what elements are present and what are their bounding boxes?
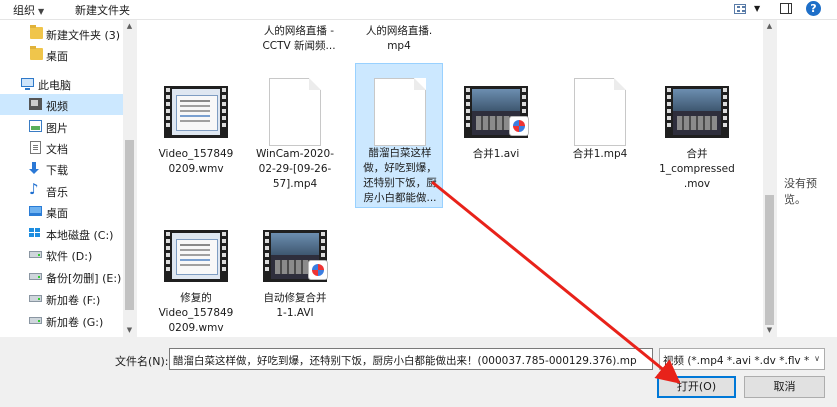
blank-file-icon <box>269 78 321 146</box>
file-item-partial[interactable]: 人的网络直播. mp4 <box>355 20 443 57</box>
filetype-value: 视频 (*.mp4 *.avi *.dv *.flv *.n <box>663 355 820 367</box>
videos-icon <box>29 98 42 110</box>
nav-item-music[interactable]: 音乐 <box>0 180 123 201</box>
file-name: 修复的 Video_157849 0209.wmv <box>158 292 234 334</box>
nav-item-downloads[interactable]: 下载 <box>0 158 123 179</box>
scroll-thumb[interactable] <box>765 195 774 325</box>
nav-item-pictures[interactable]: 图片 <box>0 116 123 137</box>
computer-icon <box>21 78 34 90</box>
scroll-thumb[interactable] <box>125 140 134 310</box>
nav-item-drive-d[interactable]: 软件 (D:) <box>0 244 123 265</box>
nav-item-drive-c[interactable]: 本地磁盘 (C:) <box>0 223 123 244</box>
open-button[interactable]: 打开(O) <box>657 376 736 398</box>
help-icon[interactable]: ? <box>806 1 822 17</box>
file-item-partial[interactable]: 人的网络直播 - CCTV 新闻频... <box>255 20 343 57</box>
drive-icon <box>29 251 42 258</box>
file-item-hebing1-compressed-mov[interactable]: 合并 1_compressed .mov <box>653 66 741 211</box>
file-name: 合并1.mp4 <box>572 148 628 160</box>
new-folder-button[interactable]: 新建文件夹 <box>75 2 130 18</box>
chevron-down-icon: ∨ <box>810 349 824 369</box>
file-name: 合并 1_compressed .mov <box>659 148 735 190</box>
file-item-wincam-mp4[interactable]: WinCam-2020- 02-29-[09-26- 57].mp4 <box>251 66 339 211</box>
open-file-dialog: 组织 ▼ 新建文件夹 ▼ ? 新建文件夹 (3) 桌面 此电脑 视频 图片 文档 … <box>0 0 837 407</box>
file-item-auto-repair-avi[interactable]: 自动修复合并 1-1.AVI <box>251 210 339 337</box>
navigation-pane: 新建文件夹 (3) 桌面 此电脑 视频 图片 文档 下载 音乐 桌面 本地磁盘 … <box>0 20 136 337</box>
file-name: Video_157849 0209.wmv <box>158 148 234 175</box>
blank-file-icon <box>374 78 426 146</box>
file-name: 醋溜白菜这样 做，好吃到爆， 还特别下饭，厨 房小白都能做... <box>363 147 437 204</box>
file-item-selected[interactable]: 醋溜白菜这样 做，好吃到爆， 还特别下饭，厨 房小白都能做... <box>355 63 443 208</box>
scroll-down-icon[interactable]: ▼ <box>763 324 776 337</box>
chevron-down-icon[interactable]: ▼ <box>754 4 760 20</box>
organize-label: 组织 <box>13 4 35 17</box>
nav-item-new-folder-3[interactable]: 新建文件夹 (3) <box>0 23 123 44</box>
filetype-select[interactable]: 视频 (*.mp4 *.avi *.dv *.flv *.n ∨ <box>659 348 825 370</box>
nav-item-drive-g[interactable]: 新加卷 (G:) <box>0 310 123 331</box>
chevron-down-icon: ▼ <box>38 7 45 16</box>
file-name: 合并1.avi <box>472 148 520 160</box>
drive-icon <box>29 273 42 280</box>
file-list: 人的网络直播 - CCTV 新闻频... 人的网络直播. mp4 Video_1… <box>137 20 763 337</box>
nav-item-this-pc[interactable]: 此电脑 <box>0 73 123 94</box>
documents-icon <box>30 141 41 154</box>
preview-pane: 没有预览。 <box>777 20 837 337</box>
media-player-badge-icon <box>509 116 529 136</box>
toolbar: 组织 ▼ 新建文件夹 ▼ ? <box>0 0 837 20</box>
folder-icon <box>30 46 43 60</box>
media-player-badge-icon <box>308 260 328 280</box>
windows-drive-icon <box>29 227 42 239</box>
music-icon <box>28 180 41 198</box>
file-name: 自动修复合并 1-1.AVI <box>263 292 327 319</box>
nav-item-desktop[interactable]: 桌面 <box>0 201 123 222</box>
file-item-repaired-video-wmv[interactable]: 修复的 Video_157849 0209.wmv <box>152 210 240 337</box>
view-options-icon[interactable] <box>733 1 747 17</box>
video-thumbnail <box>164 86 228 138</box>
no-preview-text: 没有预览。 <box>784 177 817 206</box>
video-thumbnail <box>164 230 228 282</box>
desktop-icon <box>29 206 42 216</box>
scroll-up-icon[interactable]: ▲ <box>123 20 136 33</box>
filename-label: 文件名(N): <box>115 355 169 368</box>
scroll-up-icon[interactable]: ▲ <box>763 20 776 33</box>
video-thumbnail <box>665 86 729 138</box>
scroll-down-icon[interactable]: ▼ <box>123 324 136 337</box>
preview-pane-icon[interactable] <box>779 1 793 17</box>
file-name: WinCam-2020- 02-29-[09-26- 57].mp4 <box>255 148 335 190</box>
filename-input[interactable]: 醋溜白菜这样做，好吃到爆，还特别下饭，厨房小白都能做出来！(000037.785… <box>169 348 653 370</box>
nav-item-drive-e[interactable]: 备份[勿删] (E:) <box>0 266 123 287</box>
nav-scrollbar[interactable]: ▲ ▼ <box>123 20 136 337</box>
nav-item-drive-f[interactable]: 新加卷 (F:) <box>0 288 123 309</box>
file-item-video-1578490209-wmv[interactable]: Video_157849 0209.wmv <box>152 66 240 211</box>
organize-menu[interactable]: 组织 ▼ <box>13 2 44 18</box>
cancel-button[interactable]: 取消 <box>744 376 825 398</box>
folder-icon <box>30 25 43 39</box>
download-icon <box>28 162 41 174</box>
blank-file-icon <box>574 78 626 146</box>
pictures-icon <box>29 120 42 132</box>
nav-item-desktop-folder[interactable]: 桌面 <box>0 44 123 65</box>
drive-icon <box>29 295 42 302</box>
file-list-scrollbar[interactable]: ▲ ▼ <box>763 20 776 337</box>
drive-icon <box>29 317 42 324</box>
file-item-hebing1-avi[interactable]: 合并1.avi <box>452 66 540 211</box>
file-item-hebing1-mp4[interactable]: 合并1.mp4 <box>556 66 644 211</box>
nav-item-videos[interactable]: 视频 <box>0 94 123 115</box>
nav-item-documents[interactable]: 文档 <box>0 137 123 158</box>
